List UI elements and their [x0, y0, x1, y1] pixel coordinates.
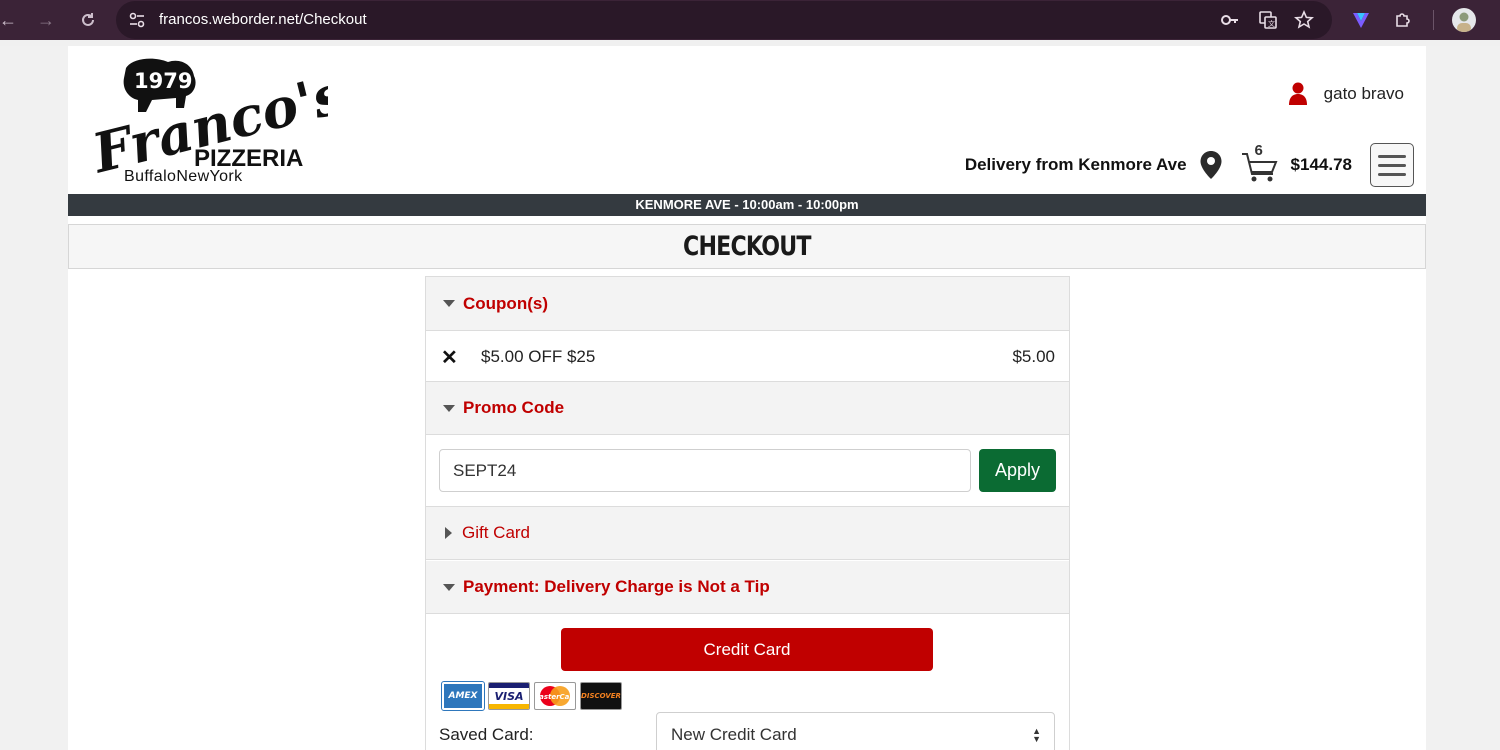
logo-tagline: BuffaloNewYork [124, 168, 243, 185]
saved-card-label: Saved Card: [439, 725, 534, 744]
apply-promo-button[interactable]: Apply [979, 449, 1056, 492]
credit-card-button[interactable]: Credit Card [561, 628, 933, 671]
caret-right-icon [445, 527, 452, 539]
browser-toolbar: ← → francos.weborder.net/Checkout 文 [0, 0, 1500, 40]
page-background: 1979 Franco's PIZZERIA BuffaloNewYork ga… [0, 46, 1500, 750]
map-pin-icon[interactable] [1199, 150, 1223, 180]
francos-pizzeria-logo[interactable]: 1979 Franco's PIZZERIA BuffaloNewYork [88, 54, 328, 186]
svg-text:文: 文 [1268, 19, 1275, 28]
amex-card-logo: AMEX [441, 681, 485, 711]
saved-card-value: New Credit Card [671, 725, 797, 744]
caret-down-icon [443, 404, 455, 412]
saved-card-select[interactable]: New Credit Card ▲ ▼ [656, 712, 1055, 750]
hamburger-menu-button[interactable] [1370, 143, 1414, 187]
caret-down-icon [443, 300, 455, 307]
mastercard-card-logo: MasterCard [534, 682, 576, 710]
user-account[interactable]: gato bravo [1288, 82, 1404, 106]
accepted-cards: AMEX VISA MasterCard DISCOVER [441, 681, 622, 711]
discover-card-logo: DISCOVER [580, 682, 622, 710]
cart-button[interactable]: 6 [1241, 142, 1279, 184]
remove-coupon-icon[interactable]: ✕ [441, 345, 458, 370]
coupon-item: ✕ $5.00 OFF $25 $5.00 [426, 331, 1069, 382]
logo-year: 1979 [134, 69, 192, 93]
gift-card-section-header[interactable]: Gift Card [426, 507, 1069, 560]
menu-line [1378, 172, 1406, 176]
toolbar-divider [1433, 10, 1434, 30]
extensions-puzzle-icon[interactable] [1392, 9, 1414, 31]
coupon-name: $5.00 OFF $25 [481, 347, 596, 366]
caret-down-icon [443, 583, 455, 591]
address-bar[interactable]: francos.weborder.net/Checkout 文 [116, 1, 1332, 39]
promo-title: Promo Code [463, 398, 565, 417]
back-arrow-icon[interactable]: ← [0, 8, 20, 32]
user-name[interactable]: gato bravo [1324, 84, 1404, 104]
gift-card-title: Gift Card [462, 523, 531, 542]
profile-avatar[interactable] [1452, 8, 1476, 32]
payment-section-header[interactable]: Payment: Delivery Charge is Not a Tip [426, 561, 1069, 614]
select-arrows-icon: ▲ ▼ [1032, 726, 1041, 744]
checkout-panel: Coupon(s) ✕ $5.00 OFF $25 $5.00 Promo Co… [425, 276, 1070, 750]
delivery-location-text[interactable]: Delivery from Kenmore Ave [965, 155, 1187, 175]
forward-arrow-icon[interactable]: → [34, 8, 58, 32]
store-hours-bar: KENMORE AVE - 10:00am - 10:00pm [68, 194, 1426, 216]
page-title: CHECKOUT [68, 224, 1426, 269]
promo-code-input[interactable] [439, 449, 971, 492]
cart-count: 6 [1254, 142, 1263, 159]
coupons-section-header[interactable]: Coupon(s) [426, 277, 1069, 331]
reload-icon[interactable] [76, 8, 100, 32]
extension-v-icon[interactable] [1350, 9, 1372, 31]
promo-section-header[interactable]: Promo Code [426, 382, 1069, 435]
delivery-cart-row: Delivery from Kenmore Ave 6 $144.78 [965, 142, 1414, 188]
visa-card-logo: VISA [488, 682, 530, 710]
coupon-amount: $5.00 [1012, 347, 1055, 366]
bookmark-star-icon[interactable] [1294, 10, 1314, 30]
cart-total[interactable]: $144.78 [1291, 155, 1352, 175]
menu-line [1378, 154, 1406, 158]
mastercard-label: MasterCard [535, 693, 575, 701]
main-content: 1979 Franco's PIZZERIA BuffaloNewYork ga… [68, 46, 1426, 750]
coupons-title: Coupon(s) [463, 293, 548, 313]
site-settings-icon[interactable] [128, 11, 146, 29]
url-text[interactable]: francos.weborder.net/Checkout [159, 11, 367, 28]
translate-icon[interactable]: 文 [1258, 10, 1278, 30]
password-key-icon[interactable] [1220, 10, 1240, 30]
payment-title: Payment: Delivery Charge is Not a Tip [463, 577, 770, 596]
page-title-text: CHECKOUT [683, 231, 811, 262]
promo-code-row: Apply [426, 435, 1069, 507]
user-icon [1288, 82, 1307, 105]
menu-line [1378, 163, 1406, 167]
